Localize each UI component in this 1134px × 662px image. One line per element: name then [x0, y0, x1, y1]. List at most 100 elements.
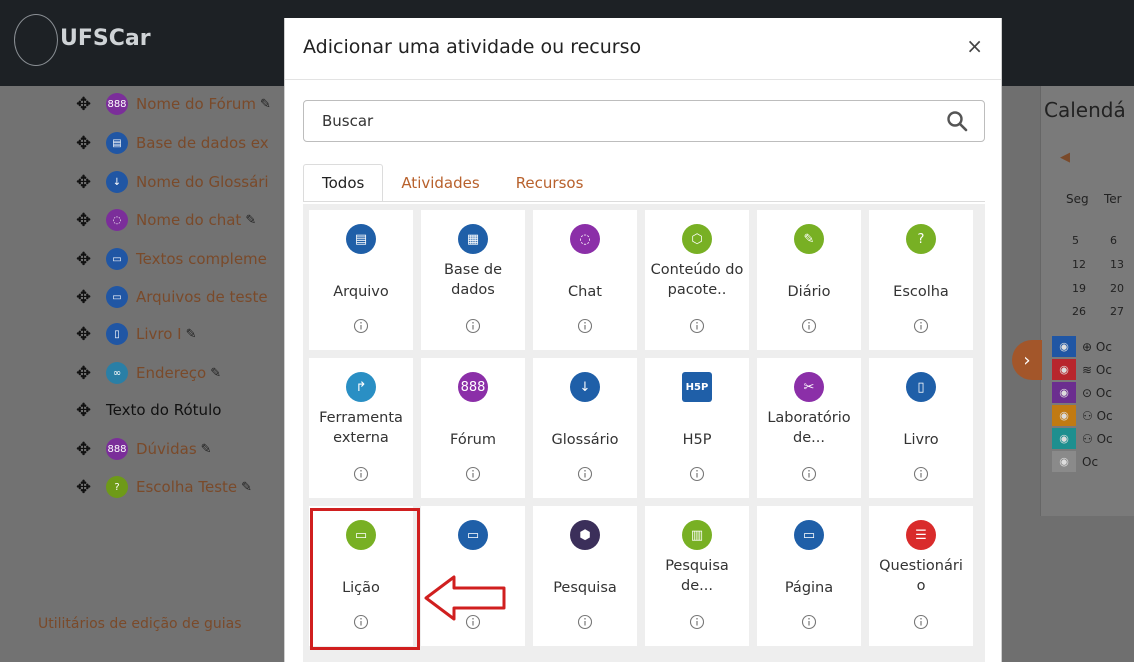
course-item-label[interactable]: Dúvidas [136, 440, 197, 458]
info-icon[interactable] [465, 318, 481, 334]
calendar-prev-icon[interactable]: ◀ [1060, 150, 1070, 165]
activity-card[interactable]: ▤ Arquivo [309, 210, 413, 350]
brand-name[interactable]: UFSCar [60, 26, 151, 51]
info-icon[interactable] [801, 318, 817, 334]
course-item[interactable]: ✥ ▤ Base de dados ex [76, 131, 269, 155]
calendar-day[interactable]: 6 [1110, 234, 1117, 247]
course-item-label[interactable]: Nome do Fórum [136, 95, 256, 113]
info-icon[interactable] [689, 466, 705, 482]
calendar-event-filter[interactable]: ◉ ⊕ Oc [1052, 336, 1134, 357]
search-input[interactable] [322, 112, 922, 130]
edit-pencil-icon[interactable]: ✎ [241, 480, 252, 495]
activity-card[interactable]: ↱ Ferramenta externa [309, 358, 413, 498]
calendar-day[interactable]: 26 [1072, 305, 1086, 318]
eye-icon[interactable]: ◉ [1052, 405, 1076, 426]
calendar-event-filter[interactable]: ◉ ⚇ Oc [1052, 428, 1134, 449]
activity-card[interactable]: ◌ Chat [533, 210, 637, 350]
course-item[interactable]: ✥ Texto do Rótulo [76, 398, 221, 422]
course-item[interactable]: ✥ 888 Nome do Fórum ✎ [76, 92, 271, 116]
move-icon[interactable]: ✥ [76, 249, 94, 270]
calendar-event-filter[interactable]: ◉ Oc [1052, 451, 1134, 472]
course-item[interactable]: ✥ 888 Dúvidas ✎ [76, 437, 212, 461]
tab-todos[interactable]: Todos [303, 164, 384, 202]
info-icon[interactable] [913, 466, 929, 482]
move-icon[interactable]: ✥ [76, 94, 94, 115]
tab-recursos[interactable]: Recursos [498, 164, 602, 202]
eye-icon[interactable]: ◉ [1052, 382, 1076, 403]
course-item[interactable]: ✥ ▯ Livro I ✎ [76, 322, 197, 346]
course-item[interactable]: ✥ ↓ Nome do Glossári [76, 170, 269, 194]
eye-icon[interactable]: ◉ [1052, 359, 1076, 380]
eye-icon[interactable]: ◉ [1052, 451, 1076, 472]
edit-pencil-icon[interactable]: ✎ [210, 366, 221, 381]
course-item-label[interactable]: Livro I [136, 325, 182, 343]
info-icon[interactable] [577, 466, 593, 482]
info-icon[interactable] [801, 466, 817, 482]
calendar-day[interactable]: 19 [1072, 282, 1086, 295]
info-icon[interactable] [689, 318, 705, 334]
move-icon[interactable]: ✥ [76, 210, 94, 231]
calendar-event-filter[interactable]: ◉ ≋ Oc [1052, 359, 1134, 380]
info-icon[interactable] [689, 614, 705, 630]
search-icon[interactable] [946, 110, 968, 132]
activity-card[interactable]: ✎ Diário [757, 210, 861, 350]
course-item-label[interactable]: Base de dados ex [136, 134, 269, 152]
course-item-label[interactable]: Texto do Rótulo [106, 401, 221, 419]
activity-card[interactable]: ▦ Base de dados [421, 210, 525, 350]
course-item[interactable]: ✥? Escolha Teste ✎ [76, 475, 252, 499]
course-item-label[interactable]: Arquivos de teste [136, 288, 268, 306]
activity-card[interactable]: ☰ Questionári o [869, 506, 973, 646]
move-icon[interactable]: ✥ [76, 439, 94, 460]
info-icon[interactable] [801, 614, 817, 630]
course-item-label[interactable]: Nome do Glossári [136, 173, 269, 191]
info-icon[interactable] [353, 318, 369, 334]
move-icon[interactable]: ✥ [76, 172, 94, 193]
activity-card[interactable]: ▭ Página [757, 506, 861, 646]
activity-card[interactable]: ⬢ Pesquisa [533, 506, 637, 646]
course-item-label[interactable]: Textos compleme [136, 250, 267, 268]
move-icon[interactable]: ✥ [76, 324, 94, 345]
info-icon[interactable] [577, 614, 593, 630]
activity-card[interactable]: 888 Fórum [421, 358, 525, 498]
course-item[interactable]: ✥ ◌ Nome do chat ✎ [76, 208, 256, 232]
edit-pencil-icon[interactable]: ✎ [201, 442, 212, 457]
move-icon[interactable]: ✥ [76, 133, 94, 154]
calendar-day[interactable]: 20 [1110, 282, 1124, 295]
move-icon[interactable]: ✥ [76, 363, 94, 384]
info-icon[interactable] [913, 614, 929, 630]
activity-card[interactable]: ✂ Laboratório de... [757, 358, 861, 498]
edit-pencil-icon[interactable]: ✎ [260, 97, 271, 112]
eye-icon[interactable]: ◉ [1052, 428, 1076, 449]
edit-pencil-icon[interactable]: ✎ [245, 213, 256, 228]
move-icon[interactable]: ✥ [76, 287, 94, 308]
activity-card[interactable]: ▯ Livro [869, 358, 973, 498]
calendar-day[interactable]: 12 [1072, 258, 1086, 271]
calendar-day[interactable]: 13 [1110, 258, 1124, 271]
info-icon[interactable] [353, 466, 369, 482]
course-item[interactable]: ✥ ▭ Arquivos de teste [76, 285, 268, 309]
tab-atividades[interactable]: Atividades [383, 164, 497, 202]
course-item-label[interactable]: Endereço [136, 364, 206, 382]
course-item-label[interactable]: Nome do chat [136, 211, 241, 229]
calendar-event-filter[interactable]: ◉ ⊙ Oc [1052, 382, 1134, 403]
activity-card[interactable]: ⬡ Conteúdo do pacote.. [645, 210, 749, 350]
course-item[interactable]: ✥ ▭ Textos compleme [76, 247, 267, 271]
course-item-label[interactable]: Escolha Teste [136, 478, 237, 496]
edit-pencil-icon[interactable]: ✎ [186, 327, 197, 342]
move-icon[interactable]: ✥ [76, 477, 94, 498]
calendar-day[interactable]: 27 [1110, 305, 1124, 318]
activity-card[interactable]: H5P H5P [645, 358, 749, 498]
move-icon[interactable]: ✥ [76, 400, 94, 421]
calendar-event-filter[interactable]: ◉ ⚇ Oc [1052, 405, 1134, 426]
info-icon[interactable] [577, 318, 593, 334]
close-button[interactable]: × [966, 34, 983, 58]
info-icon[interactable] [913, 318, 929, 334]
calendar-day[interactable]: 5 [1072, 234, 1079, 247]
drawer-toggle-button[interactable]: › [1012, 340, 1042, 380]
tab-edit-utilities-link[interactable]: Utilitários de edição de guias [38, 616, 242, 632]
activity-card[interactable]: ? Escolha [869, 210, 973, 350]
activity-card[interactable]: ↓ Glossário [533, 358, 637, 498]
info-icon[interactable] [465, 466, 481, 482]
activity-card[interactable]: ▥ Pesquisa de... [645, 506, 749, 646]
eye-icon[interactable]: ◉ [1052, 336, 1076, 357]
